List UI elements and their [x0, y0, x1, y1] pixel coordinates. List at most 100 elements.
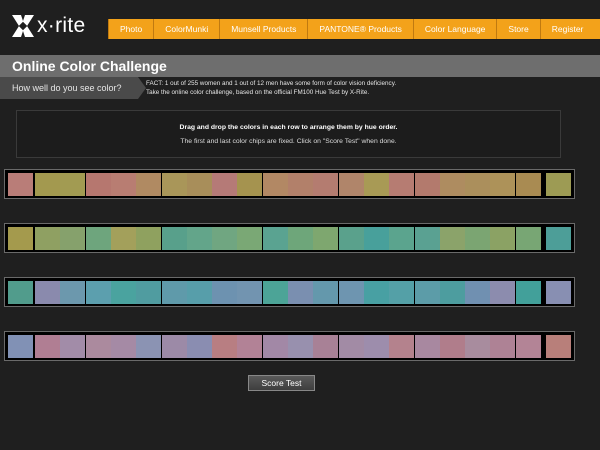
color-chip[interactable] — [490, 335, 516, 358]
nav-munsell-products[interactable]: Munsell Products — [220, 19, 309, 39]
color-chip[interactable] — [414, 227, 440, 250]
color-chip[interactable] — [288, 281, 313, 304]
color-chip[interactable] — [490, 227, 516, 250]
fixed-color-chip — [8, 227, 33, 250]
color-chip[interactable] — [439, 281, 465, 304]
nav-register[interactable]: Register — [541, 19, 595, 39]
color-chip[interactable] — [465, 335, 491, 358]
color-chip[interactable] — [515, 281, 541, 304]
color-chip[interactable] — [262, 281, 288, 304]
color-chip[interactable] — [262, 173, 288, 196]
chip-row-3 — [4, 277, 575, 307]
color-chip[interactable] — [110, 281, 136, 304]
color-chip[interactable] — [186, 173, 212, 196]
color-chip[interactable] — [35, 281, 60, 304]
nav-colormunki[interactable]: ColorMunki — [154, 19, 221, 39]
color-chip[interactable] — [338, 335, 364, 358]
page-title: Online Color Challenge — [12, 58, 167, 74]
fact-text: FACT: 1 out of 255 women and 1 out of 12… — [146, 79, 586, 97]
color-chip[interactable] — [288, 173, 313, 196]
color-chip[interactable] — [262, 227, 288, 250]
color-chip[interactable] — [414, 173, 440, 196]
color-chip[interactable] — [288, 227, 313, 250]
color-chip[interactable] — [85, 281, 111, 304]
color-chip[interactable] — [110, 227, 136, 250]
color-chip[interactable] — [136, 173, 162, 196]
color-chip[interactable] — [186, 335, 212, 358]
color-chip[interactable] — [465, 281, 491, 304]
color-chip[interactable] — [338, 227, 364, 250]
color-chip[interactable] — [136, 335, 162, 358]
color-chip[interactable] — [136, 281, 162, 304]
score-test-button[interactable]: Score Test — [248, 375, 315, 391]
instructions-line-2: The first and last color chips are fixed… — [180, 138, 397, 145]
color-chip[interactable] — [338, 173, 364, 196]
color-chip[interactable] — [515, 335, 541, 358]
color-chip[interactable] — [363, 281, 389, 304]
color-chip[interactable] — [439, 227, 465, 250]
color-chip[interactable] — [389, 173, 415, 196]
color-chip[interactable] — [363, 173, 389, 196]
color-chip[interactable] — [363, 227, 389, 250]
instructions-line-1: Drag and drop the colors in each row to … — [179, 124, 398, 131]
color-chip[interactable] — [161, 173, 187, 196]
color-chip[interactable] — [237, 227, 263, 250]
title-bar: Online Color Challenge — [0, 55, 600, 77]
xrite-logo-icon — [12, 15, 34, 37]
color-chip[interactable] — [186, 227, 212, 250]
color-chip[interactable] — [237, 335, 263, 358]
color-chip[interactable] — [35, 335, 60, 358]
color-chip[interactable] — [414, 281, 440, 304]
nav-color-language[interactable]: Color Language — [414, 19, 498, 39]
color-chip[interactable] — [212, 335, 238, 358]
color-chip[interactable] — [35, 227, 60, 250]
color-chip[interactable] — [237, 281, 263, 304]
color-chip[interactable] — [161, 281, 187, 304]
color-chip[interactable] — [338, 281, 364, 304]
color-chip[interactable] — [212, 227, 238, 250]
color-chip[interactable] — [60, 281, 86, 304]
color-chip[interactable] — [313, 335, 339, 358]
color-chip[interactable] — [439, 173, 465, 196]
color-chip[interactable] — [363, 335, 389, 358]
color-chip[interactable] — [414, 335, 440, 358]
color-chip[interactable] — [439, 335, 465, 358]
color-chip[interactable] — [35, 173, 60, 196]
fixed-color-chip — [8, 281, 33, 304]
color-chip[interactable] — [212, 281, 238, 304]
color-chip[interactable] — [237, 173, 263, 196]
color-chip[interactable] — [313, 227, 339, 250]
color-chip[interactable] — [60, 173, 86, 196]
color-chip[interactable] — [313, 173, 339, 196]
color-chip[interactable] — [85, 173, 111, 196]
color-chip[interactable] — [136, 227, 162, 250]
color-chip[interactable] — [85, 335, 111, 358]
color-chip[interactable] — [490, 173, 516, 196]
nav-pantone-products[interactable]: PANTONE® Products — [308, 19, 414, 39]
color-chip[interactable] — [389, 335, 415, 358]
color-chip[interactable] — [110, 173, 136, 196]
nav-store[interactable]: Store — [497, 19, 541, 39]
color-chip[interactable] — [389, 281, 415, 304]
nav-photo[interactable]: Photo — [108, 19, 155, 39]
color-chip[interactable] — [389, 227, 415, 250]
color-chip[interactable] — [161, 227, 187, 250]
color-chip[interactable] — [313, 281, 339, 304]
instructions-box: Drag and drop the colors in each row to … — [16, 110, 561, 158]
color-chip[interactable] — [85, 227, 111, 250]
color-chip[interactable] — [60, 335, 86, 358]
color-chip[interactable] — [110, 335, 136, 358]
xrite-logo[interactable]: x·rite — [12, 14, 85, 38]
fixed-color-chip — [546, 173, 571, 196]
color-chip[interactable] — [465, 227, 491, 250]
color-chip[interactable] — [212, 173, 238, 196]
color-chip[interactable] — [288, 335, 313, 358]
color-chip[interactable] — [515, 173, 541, 196]
color-chip[interactable] — [262, 335, 288, 358]
color-chip[interactable] — [186, 281, 212, 304]
color-chip[interactable] — [465, 173, 491, 196]
color-chip[interactable] — [161, 335, 187, 358]
color-chip[interactable] — [515, 227, 541, 250]
color-chip[interactable] — [60, 227, 86, 250]
color-chip[interactable] — [490, 281, 516, 304]
